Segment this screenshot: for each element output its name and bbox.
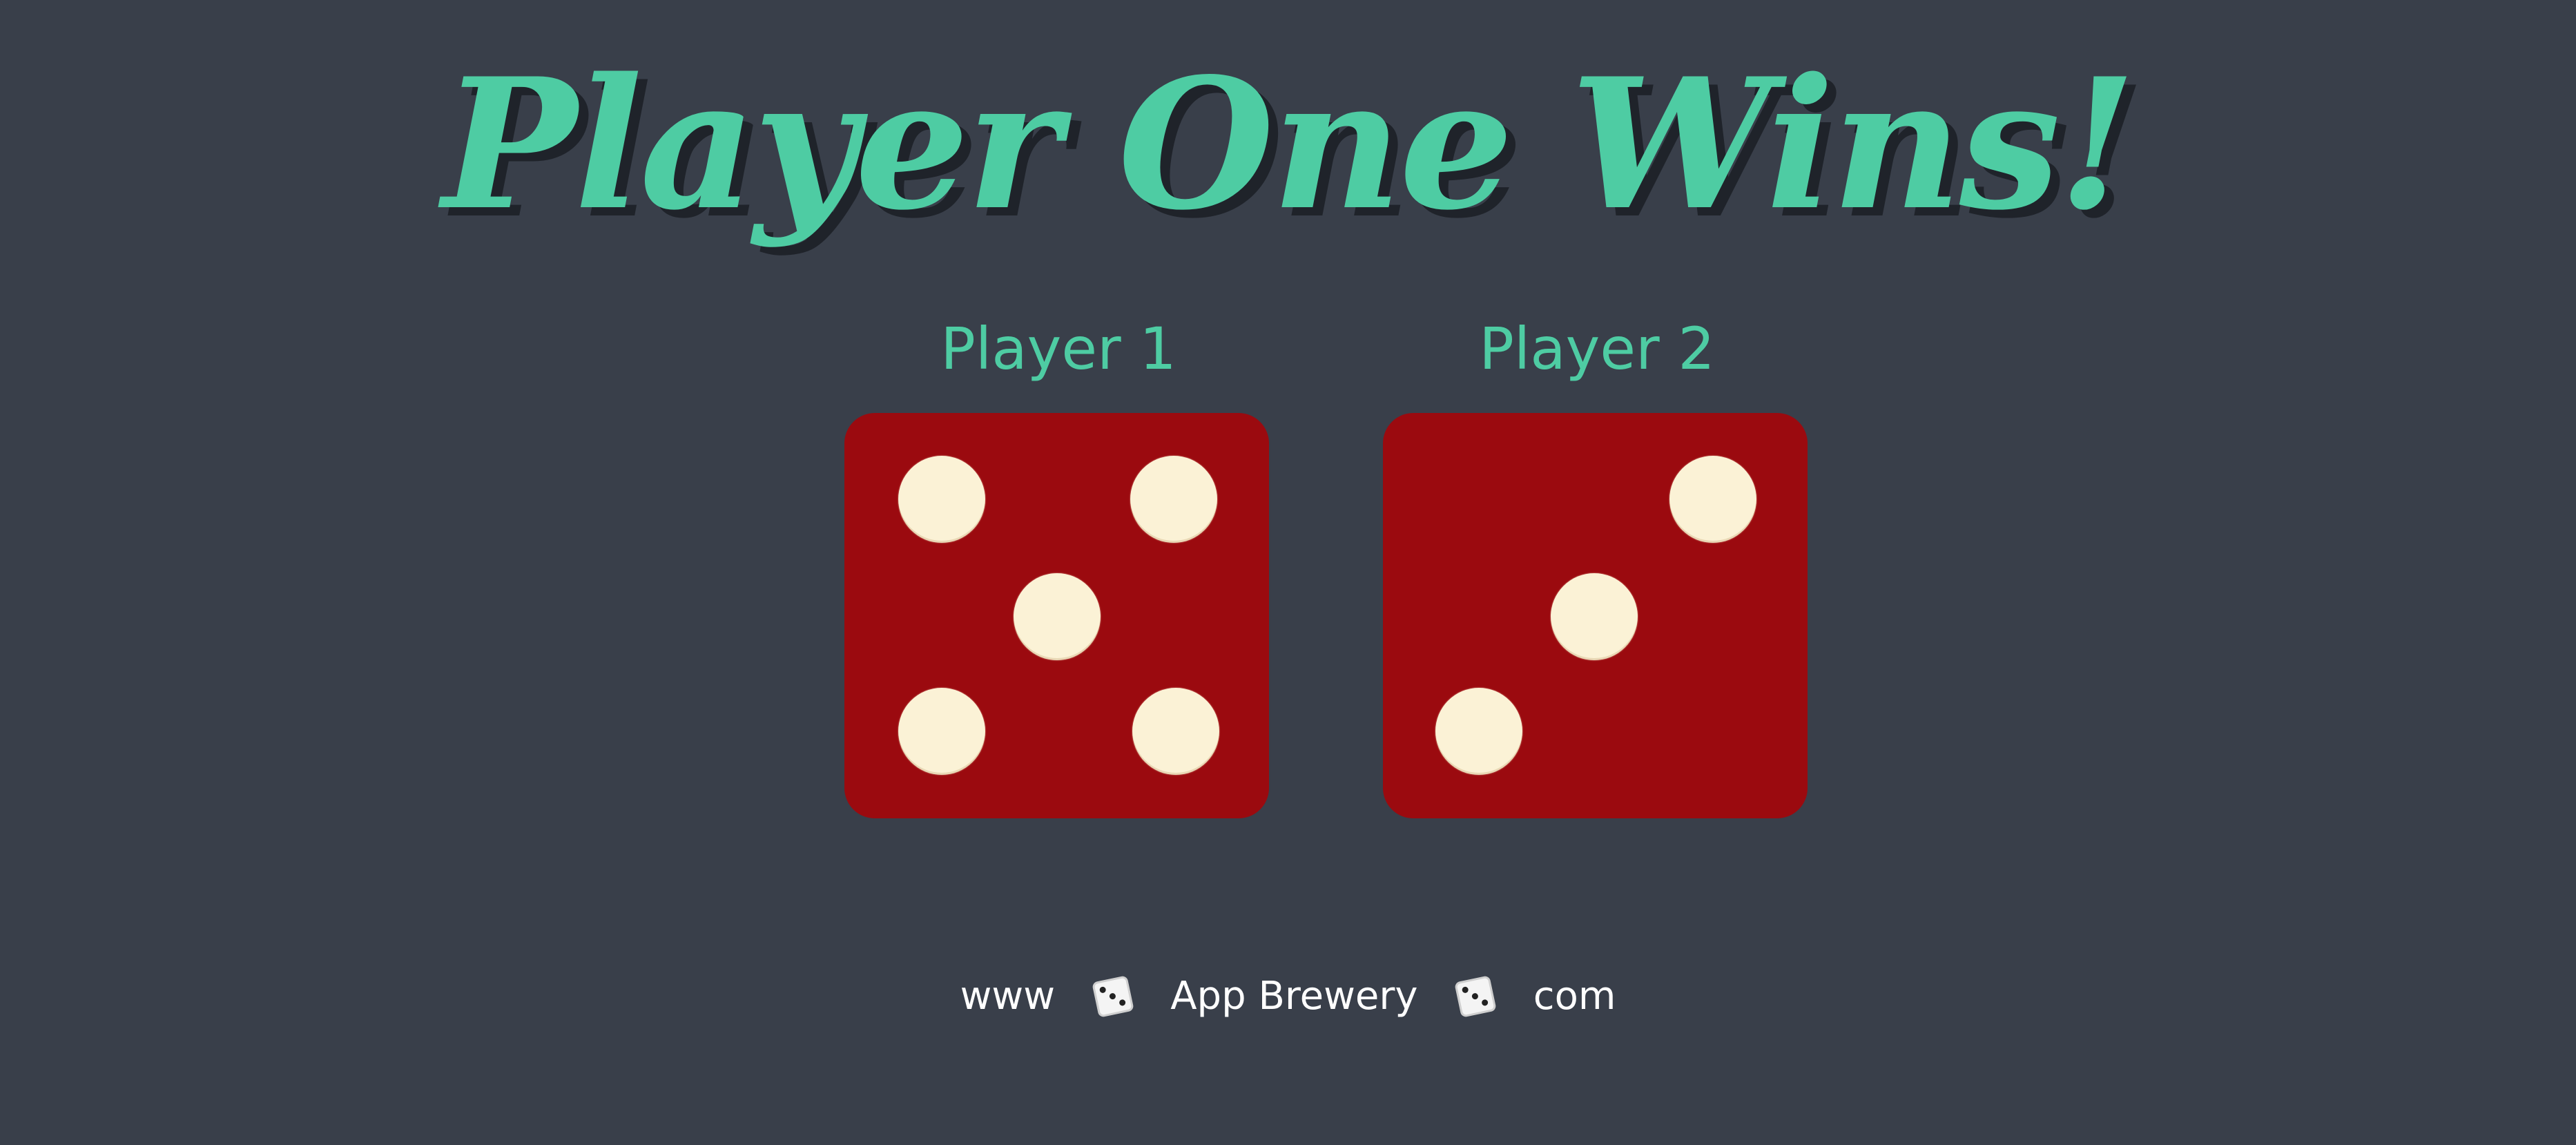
winner-title: Player One Wins! bbox=[442, 39, 2137, 250]
die-pip bbox=[1435, 688, 1522, 775]
die-pip bbox=[1551, 573, 1638, 660]
footer-prefix: www bbox=[960, 973, 1055, 1019]
player-2-die bbox=[1383, 413, 1808, 818]
die-pip bbox=[1130, 456, 1217, 543]
die-pip bbox=[1132, 688, 1219, 775]
player-1-die bbox=[844, 413, 1269, 818]
dice-game-page: Player One Wins! Player 1 Player 2 www A… bbox=[0, 0, 2576, 1145]
footer-credit: www App Brewery com bbox=[0, 967, 2576, 1024]
player-2-label: Player 2 bbox=[1479, 315, 1715, 383]
die-pip bbox=[1014, 573, 1101, 660]
die-pip bbox=[898, 688, 985, 775]
die-pip bbox=[898, 456, 985, 543]
footer-brand: App Brewery bbox=[1170, 973, 1418, 1019]
die-pip bbox=[1669, 456, 1756, 543]
dice-icon bbox=[1454, 975, 1498, 1018]
dice-icon bbox=[1091, 975, 1134, 1018]
footer-suffix: com bbox=[1533, 973, 1616, 1019]
player-1-label: Player 1 bbox=[940, 315, 1176, 383]
